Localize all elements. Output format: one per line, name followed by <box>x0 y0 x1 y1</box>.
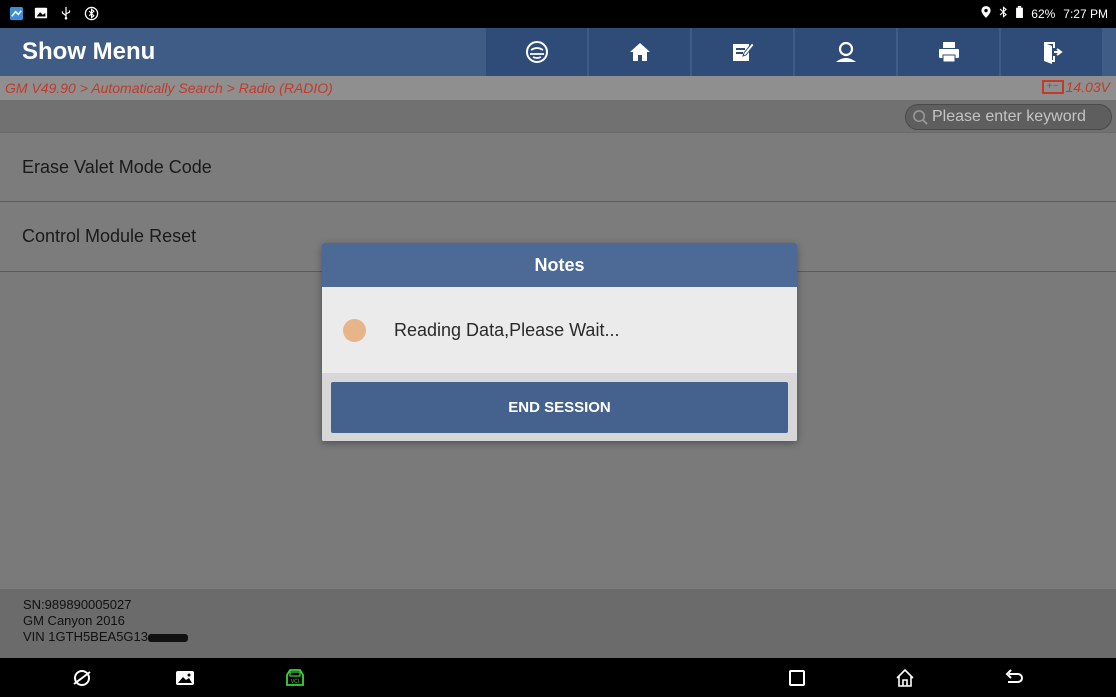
edit-button[interactable] <box>690 28 793 76</box>
status-icons-left <box>8 5 99 21</box>
back-icon <box>1005 669 1023 683</box>
recent-apps-button[interactable] <box>785 666 809 690</box>
search-box[interactable] <box>905 104 1112 130</box>
diagnose-icon <box>525 41 548 63</box>
vehicle-info-footer: SN:989890005027 GM Canyon 2016 VIN 1GTH5… <box>0 589 1116 658</box>
search-icon <box>913 109 928 125</box>
bluetooth-icon <box>999 6 1008 21</box>
home-icon <box>629 43 650 61</box>
toolbar <box>484 28 1102 76</box>
loading-icon <box>343 318 366 342</box>
diagnose-button[interactable] <box>484 28 587 76</box>
exit-button[interactable] <box>999 28 1102 76</box>
menu-item-label: Control Module Reset <box>22 226 197 246</box>
battery-icon <box>1016 6 1024 21</box>
menu-item-label: Erase Valet Mode Code <box>22 156 212 177</box>
search-row <box>0 100 1116 132</box>
car-battery-icon: +− <box>1041 80 1064 94</box>
vin-line: VIN 1GTH5BEA5G13 <box>23 629 1116 645</box>
person-icon <box>835 41 856 62</box>
print-icon <box>938 42 959 63</box>
notes-dialog: Notes Reading Data,Please Wait... END SE… <box>322 243 797 441</box>
end-session-button[interactable]: END SESSION <box>331 382 788 433</box>
voltage-indicator: +− 14.03V <box>1041 79 1110 95</box>
print-button[interactable] <box>896 28 999 76</box>
svg-text:VCI: VCI <box>291 679 299 685</box>
browser-icon <box>73 670 91 686</box>
status-bar: 62% 7:27 PM <box>0 0 1116 28</box>
breadcrumb-bar: GM V49.90 > Automatically Search > Radio… <box>0 76 1116 100</box>
vci-icon: VCI <box>286 669 304 686</box>
gallery-icon <box>176 671 194 685</box>
image-icon <box>33 5 49 21</box>
browser-button[interactable] <box>70 666 94 690</box>
gallery-button[interactable] <box>173 666 197 690</box>
voltage-value: 14.03V <box>1065 79 1110 95</box>
page-title: Show Menu <box>22 38 156 65</box>
exit-icon <box>1043 42 1063 64</box>
app-icon <box>8 5 24 21</box>
vehicle-name: GM Canyon 2016 <box>23 613 125 628</box>
vin-number: VIN 1GTH5BEA5G13 <box>23 629 148 644</box>
search-input[interactable] <box>932 108 1110 126</box>
edit-icon <box>732 42 755 61</box>
location-icon <box>981 6 991 21</box>
usb-icon <box>58 5 74 21</box>
clock: 7:27 PM <box>1063 6 1108 21</box>
recent-apps-icon <box>789 670 805 686</box>
vci-button[interactable]: VCI <box>283 666 307 690</box>
bluetooth-settings-icon <box>83 5 99 21</box>
vin-redaction <box>148 633 188 642</box>
status-icons-right: 62% 7:27 PM <box>981 6 1108 21</box>
home-nav-icon <box>896 668 914 687</box>
home-nav-button[interactable] <box>893 666 917 690</box>
serial-number: SN:989890005027 <box>23 597 132 612</box>
battery-percent: 62% <box>1031 6 1056 21</box>
person-button[interactable] <box>793 28 896 76</box>
dialog-footer: END SESSION <box>322 373 797 441</box>
dialog-title: Notes <box>322 243 797 287</box>
dialog-message: Reading Data,Please Wait... <box>394 319 620 340</box>
dialog-body: Reading Data,Please Wait... <box>322 287 797 373</box>
breadcrumb: GM V49.90 > Automatically Search > Radio… <box>5 80 333 96</box>
menu-item-erase-valet-mode-code[interactable]: Erase Valet Mode Code <box>0 132 1116 202</box>
title-bar: Show Menu <box>0 28 1116 76</box>
back-button[interactable] <box>1002 666 1026 690</box>
home-button[interactable] <box>587 28 690 76</box>
navigation-bar: VCI <box>0 658 1116 697</box>
